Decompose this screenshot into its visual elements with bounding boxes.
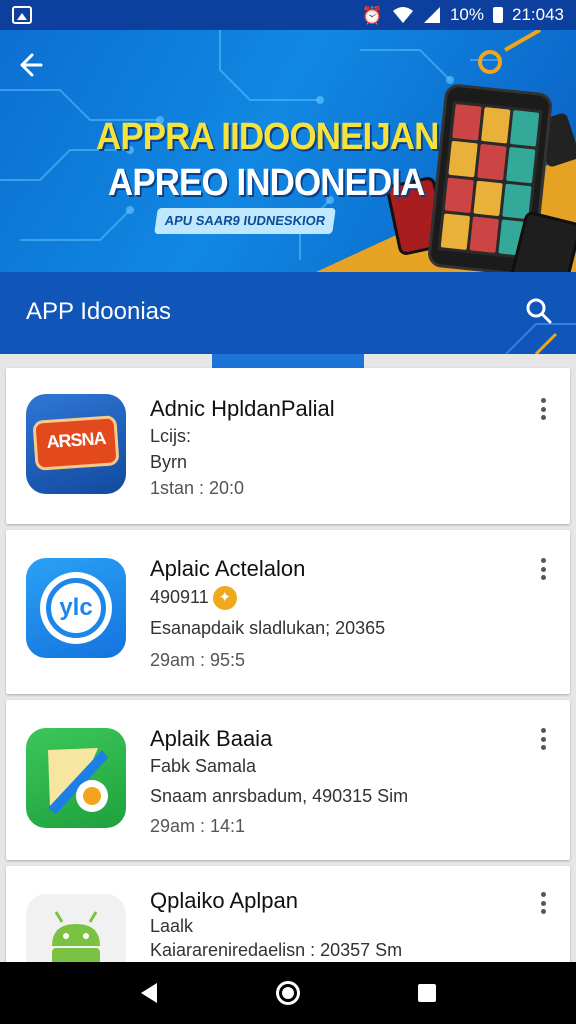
app-category: Lcijs: xyxy=(150,426,192,446)
back-button[interactable] xyxy=(14,52,48,86)
battery-icon xyxy=(493,7,503,23)
app-name: Adnic HpldanPalial xyxy=(150,396,335,421)
more-options-button[interactable] xyxy=(536,726,550,752)
app-rating-row: 490911 ✦ xyxy=(150,586,237,610)
app-timestamp: 29am : 14:1 xyxy=(150,816,246,836)
folded-map-icon xyxy=(26,728,126,828)
search-button[interactable] xyxy=(524,296,554,326)
system-nav-bar xyxy=(0,962,576,1024)
square-recents-icon xyxy=(417,984,436,1002)
triangle-back-icon xyxy=(141,983,158,1003)
banner-title-line2: APREO INDONEDIA xyxy=(108,162,425,204)
app-detail: Kaiarareniredaelisn : 20357 Sm xyxy=(150,940,403,960)
tab-indicator xyxy=(212,354,364,368)
basketball-badge-icon: ARSNA xyxy=(26,394,126,494)
nav-home-button[interactable] xyxy=(268,973,308,1013)
banner-title-line1: APPRA IIDOONEIJAN xyxy=(96,116,439,158)
nav-recents-button[interactable] xyxy=(407,973,447,1013)
hero-banner: APPRA IIDOONEIJAN APREO INDONEDIA APU SA… xyxy=(0,30,576,272)
app-bar: APP Idoonias xyxy=(0,272,576,354)
app-notification-icon xyxy=(12,6,32,24)
circle-home-icon xyxy=(275,981,300,1005)
app-detail: Byrn xyxy=(150,452,188,472)
page-title: APP Idoonias xyxy=(26,298,171,325)
list-item[interactable]: Qplaiko Aplpan Laalk Kaiarareniredaelisn… xyxy=(6,866,570,972)
battery-percent: 10% xyxy=(449,5,484,24)
banner-tagline: APU SAAR9 IUDNESKIOR xyxy=(154,208,336,234)
more-vert-icon xyxy=(540,728,546,733)
clock: 21:043 xyxy=(512,5,564,24)
android-icon xyxy=(26,894,126,972)
more-options-button[interactable] xyxy=(536,556,550,582)
more-vert-icon xyxy=(540,398,546,403)
list-item[interactable]: ylc Aplaic Actelalon 490911 ✦ Esanapdaik … xyxy=(6,530,570,694)
more-options-button[interactable] xyxy=(536,890,550,916)
more-vert-icon xyxy=(540,892,546,897)
app-list: ARSNA Adnic HpldanPalial Lcijs: Byrn 1st… xyxy=(6,368,570,972)
app-name: Aplaik Baaia xyxy=(150,726,273,751)
app-category: Laalk xyxy=(150,916,194,936)
app-timestamp: 29am : 95:5 xyxy=(150,650,246,670)
status-bar: ⏰ 10% 21:043 xyxy=(0,0,576,30)
arrow-left-icon xyxy=(20,53,43,77)
list-item[interactable]: Aplaik Baaia Fabk Samala Snaam anrsbadum… xyxy=(6,700,570,860)
app-category: Fabk Samala xyxy=(150,756,257,776)
app-detail: Snaam anrsbadum, 490315 Sim xyxy=(150,786,409,806)
app-rating: 490911 xyxy=(150,586,209,607)
more-vert-icon xyxy=(540,558,546,563)
app-name: Aplaic Actelalon xyxy=(150,556,306,581)
nav-back-button[interactable] xyxy=(129,973,169,1013)
more-options-button[interactable] xyxy=(536,396,550,422)
app-name: Qplaiko Aplpan xyxy=(150,888,298,913)
list-item[interactable]: ARSNA Adnic HpldanPalial Lcijs: Byrn 1st… xyxy=(6,368,570,524)
app-timestamp: 1stan : 20:0 xyxy=(150,478,245,498)
ylc-circle-icon: ylc xyxy=(26,558,126,658)
app-detail: Esanapdaik sladlukan; 20365 xyxy=(150,618,386,638)
wifi-icon xyxy=(392,7,413,23)
signal-icon xyxy=(423,7,440,23)
search-icon xyxy=(526,298,552,324)
alarm-icon: ⏰ xyxy=(361,5,383,25)
rating-badge-icon: ✦ xyxy=(212,586,237,610)
